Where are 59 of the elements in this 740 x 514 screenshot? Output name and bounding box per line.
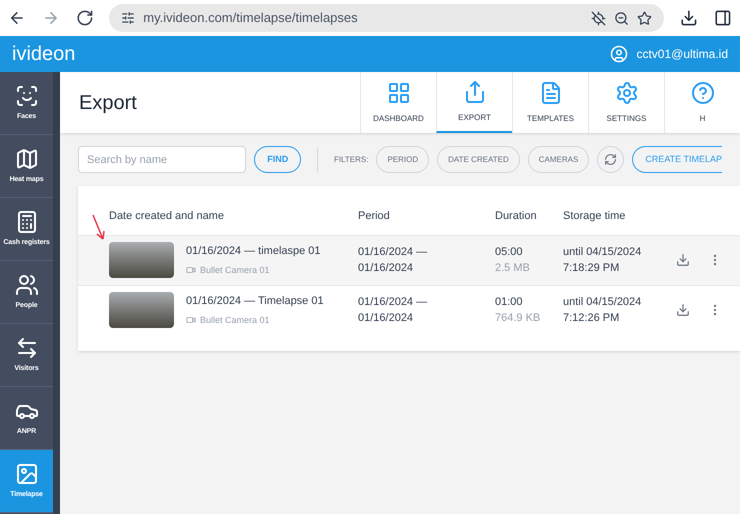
storage-date: until 04/15/2024 — [563, 294, 642, 310]
camera-name: Bullet Camera 01 — [200, 264, 270, 276]
storage-time: 7:18:29 PM — [563, 261, 620, 276]
period-end: 01/16/2024 — [358, 261, 414, 276]
photo-placeholder — [109, 242, 174, 278]
video-camera-icon — [186, 265, 196, 276]
period-start: 01/16/2024 — — [358, 294, 428, 310]
nav-tab[interactable]: H — [664, 72, 740, 133]
settings-icon — [614, 80, 638, 104]
nav-tab[interactable]: EXPORT — [436, 72, 512, 133]
filter-chip[interactable]: CAMERAS — [528, 146, 590, 173]
camera-name: Bullet Camera 01 — [200, 314, 270, 326]
map-icon — [14, 146, 38, 171]
image-icon — [14, 462, 38, 486]
column-header: Duration — [495, 209, 538, 224]
photo-placeholder — [109, 292, 174, 328]
period-start: 01/16/2024 — — [358, 244, 428, 260]
grid-icon — [386, 80, 410, 104]
filter-chip[interactable]: PERIOD — [376, 146, 430, 173]
download-icon — [676, 253, 690, 267]
download-icon — [676, 303, 690, 317]
column-header: Period — [358, 209, 391, 224]
column-header: Date created and name — [109, 209, 225, 224]
url-text: my.ivideon.com/timelapse/timelapses — [143, 9, 359, 28]
site-info-icon — [121, 11, 136, 25]
duration: 05:00 — [495, 244, 524, 260]
reload-icon — [76, 9, 94, 27]
help-icon — [690, 80, 714, 104]
page-title: Export — [79, 90, 138, 116]
crossed-out-icon — [591, 10, 606, 26]
annotation-arrow — [92, 214, 106, 242]
nav-tab[interactable]: DASHBOARD — [360, 72, 436, 133]
download-icon — [680, 9, 698, 27]
timelapse-name[interactable]: 01/16/2024 — timelaspe 01 — [186, 243, 321, 260]
table-row[interactable]: 01/16/2024 — timelaspe 01 Bullet Camera 01 01/16/2024 — 01/16/2024 05:00 2.5 MB until 04/15/2024 7:18:29 PM — [78, 234, 740, 284]
nav-tab[interactable]: SETTINGS — [588, 72, 664, 133]
filter-chip[interactable]: DATE CREATED — [437, 146, 520, 173]
column-header: Storage time — [563, 209, 626, 224]
file-size: 764.9 KB — [495, 311, 542, 326]
people-icon — [14, 272, 38, 297]
star-icon — [637, 10, 652, 26]
video-camera-icon — [186, 315, 196, 326]
address-bar[interactable]: my.ivideon.com/timelapse/timelapses — [109, 4, 664, 32]
storage-time: 7:12:26 PM — [563, 311, 620, 326]
timelapse-name[interactable]: 01/16/2024 — Timelapse 01 — [186, 293, 324, 310]
filters-label: FILTERS: — [334, 154, 368, 166]
search-field[interactable]: Search by name — [78, 146, 246, 173]
table-row[interactable]: 01/16/2024 — Timelapse 01 Bullet Camera 01 01/16/2024 — 01/16/2024 01:00 764.9 KB until 04/15/2024 7:12:26 PM — [78, 284, 740, 334]
refresh-icon — [604, 153, 618, 166]
user-avatar-icon — [610, 45, 628, 63]
face-scan-icon — [14, 84, 38, 108]
duration: 01:00 — [495, 294, 524, 310]
refresh-button[interactable] — [597, 146, 624, 173]
period-end: 01/16/2024 — [358, 311, 414, 326]
nav-tab[interactable]: TEMPLATES — [512, 72, 588, 133]
zoom-icon — [614, 10, 630, 26]
side-panel-icon — [714, 9, 732, 27]
storage-date: until 04/15/2024 — [563, 244, 642, 260]
file-size: 2.5 MB — [495, 261, 531, 276]
